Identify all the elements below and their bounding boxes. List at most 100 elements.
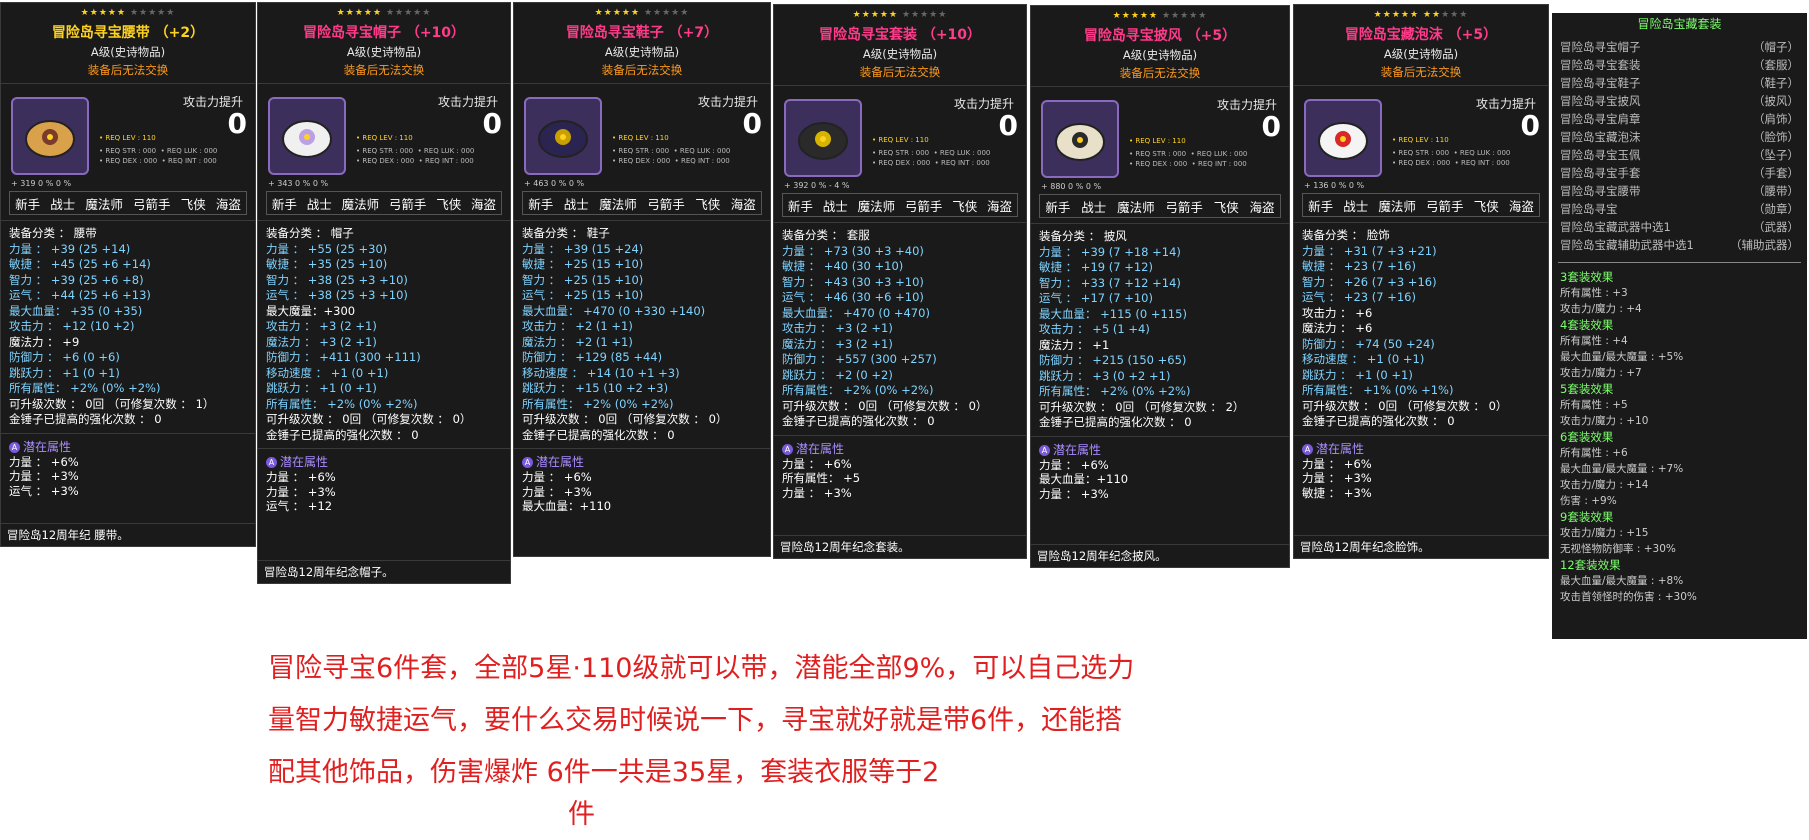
requirements: • REQ LEV : 110 • REQ STR : 000 • REQ LUK… <box>99 133 255 166</box>
set-item-name: 冒险岛寻宝玉佩 <box>1560 148 1641 162</box>
item-title: 冒险岛寻宝帽子 （+10） <box>302 25 466 41</box>
stat-line: 敏捷 ： +23 (7 +16) <box>1302 259 1416 273</box>
stat-line: 跳跃力 ： +1 (0 +1) <box>1302 367 1413 382</box>
req-stats: • REQ STR : 000 • REQ LUK : 000 • REQ DE… <box>872 149 991 167</box>
potential-line: 力量 ： +3% <box>1302 471 1372 485</box>
item-stats: 装备分类 ： 腰带 力量 ： +39 (25 +14) 敏捷 ： +45 (25 +… <box>1 226 255 428</box>
set-effect-line: 最大血量/最大魔量 : +7% <box>1560 463 1684 475</box>
note-line-4: 件 <box>568 799 595 830</box>
req-level: • REQ LEV : 110 <box>1129 137 1186 145</box>
job-label: 新手 <box>1308 198 1334 214</box>
stat-line: 运气 ： +23 (7 +16) <box>1302 290 1416 304</box>
set-effect-line: 攻击力/魔力 : +14 <box>1560 479 1649 491</box>
set-item-type: （鞋子） <box>1753 76 1799 90</box>
job-label: 海盗 <box>1508 198 1534 214</box>
stat-line: 敏捷 ： +25 (15 +10) <box>522 257 644 271</box>
divider <box>774 222 1026 223</box>
stat-line: 最大血量： +35 (0 +35) <box>9 303 143 318</box>
job-label: 飞侠 <box>180 196 206 212</box>
stat-line: 移动速度 ： +1 (0 +1) <box>1302 352 1425 366</box>
divider <box>1 432 255 434</box>
divider <box>258 83 510 84</box>
stat-line: 攻击力 ： +5 (1 +4) <box>1039 322 1150 336</box>
set-item-type: （坠子） <box>1753 148 1799 162</box>
divider <box>1294 222 1548 223</box>
set-effect-header: 5套装效果 <box>1560 382 1614 396</box>
stat-line: 可升级次数 ： 0回 （可修复次数 ： 2） <box>1039 399 1245 414</box>
stat-line: 敏捷 ： +19 (7 +12) <box>1039 260 1153 274</box>
potential-line: 力量 ： +3% <box>1039 486 1109 501</box>
job-label: 战士 <box>50 196 76 212</box>
item-grade: A级(史诗物品) <box>346 45 422 59</box>
req-level: • REQ LEV : 110 <box>1392 136 1449 144</box>
job-label: 魔法师 <box>341 196 380 212</box>
stat-line: 智力 ： +26 (7 +3 +16) <box>1302 274 1437 289</box>
job-label: 弓箭手 <box>1426 198 1464 214</box>
set-item-name: 冒险岛寻宝帽子 <box>1560 40 1641 54</box>
item-icon <box>784 99 862 177</box>
item-stats: 装备分类 ： 套服 力量 ： +73 (30 +3 +40) 敏捷 ： +40 (3… <box>774 228 1026 430</box>
divider <box>774 434 1026 436</box>
stat-line: 智力 ： +33 (7 +12 +14) <box>1039 275 1181 290</box>
item-title: 冒险岛寻宝腰带 （+2） <box>51 25 205 41</box>
stat-line: 智力 ： +25 (15 +10) <box>522 272 644 287</box>
req-stats: • REQ STR : 000 • REQ LUK : 000 • REQ DE… <box>612 147 731 165</box>
stat-line: 最大血量： +115 (0 +115) <box>1039 306 1187 321</box>
job-label: 战士 <box>1081 199 1107 215</box>
potential-title: 潜在属性 <box>796 441 845 456</box>
set-item: 冒险岛宝藏辅助武器中选1 （辅助武器） <box>1552 236 1807 254</box>
set-item: 冒险岛寻宝腰带 （腰带） <box>1552 182 1807 200</box>
item-mini-stats: + 392 0 % - 4 % <box>784 181 850 190</box>
item-description: 冒险岛12周年纪 腰带。 <box>1 523 255 546</box>
set-effect-line: 最大血量/最大魔量 : +8% <box>1560 575 1684 587</box>
item-description: 冒险岛12周年纪念帽子。 <box>258 560 510 583</box>
potential-title: 潜在属性 <box>536 455 585 469</box>
stat-line: 装备分类 ： 脸饰 <box>1302 228 1390 242</box>
set-effect-line: 所有属性 : +4 <box>1560 335 1628 347</box>
set-item-name: 冒险岛宝藏武器中选1 <box>1560 220 1671 234</box>
set-divider <box>1558 262 1801 263</box>
job-label: 新手 <box>1045 199 1071 215</box>
job-label: 魔法师 <box>1378 198 1416 214</box>
set-item-type: （勋章） <box>1753 202 1799 216</box>
set-item-name: 冒险岛寻宝鞋子 <box>1560 76 1641 90</box>
job-label: 魔法师 <box>857 198 896 214</box>
stat-line: 智力 ： +38 (25 +3 +10) <box>266 272 408 287</box>
set-item-type: （腰带） <box>1753 184 1799 198</box>
job-label: 战士 <box>822 198 848 214</box>
stat-line: 力量 ： +39 (7 +18 +14) <box>1039 244 1181 259</box>
job-label: 飞侠 <box>695 196 721 212</box>
stat-line: 防御力 ： +557 (300 +257) <box>782 352 937 366</box>
item-title: 冒险岛寻宝披风 （+5） <box>1083 28 1237 44</box>
stat-line: 金锤子已提高的强化次数 ： 0 <box>1302 414 1455 428</box>
set-item: 冒险岛宝藏武器中选1 （武器） <box>1552 218 1807 236</box>
set-effect-line: 所有属性 : +6 <box>1560 447 1628 459</box>
req-level: • REQ LEV : 110 <box>872 136 929 144</box>
potential-line: 力量 ： +6% <box>782 456 852 471</box>
divider <box>514 83 770 84</box>
stat-line: 可升级次数 ： 0回 （可修复次数 ： 0） <box>266 412 472 426</box>
stat-line: 所有属性： +1% (0% +1%) <box>1302 383 1454 397</box>
stat-line: 运气 ： +44 (25 +6 +13) <box>9 288 151 302</box>
stat-line: 防御力 ： +215 (150 +65) <box>1039 353 1187 367</box>
potential-line: 运气 ： +3% <box>9 483 79 498</box>
stat-line: 跳跃力 ： +1 (0 +1) <box>266 381 377 395</box>
stat-line: 敏捷 ： +45 (25 +6 +14) <box>9 257 151 271</box>
set-effect-header: 3套装效果 <box>1560 270 1614 284</box>
job-label: 战士 <box>1343 198 1369 214</box>
potential-line: 最大血量：+110 <box>1039 472 1129 486</box>
job-label: 海盗 <box>730 196 756 212</box>
divider <box>258 448 510 449</box>
set-item-name: 冒险岛寻宝肩章 <box>1560 112 1641 126</box>
divider <box>514 220 770 221</box>
stat-line: 可升级次数 ： 0回 （可修复次数 ： 0） <box>782 398 988 413</box>
potential-icon: A <box>1039 444 1050 456</box>
job-label: 飞侠 <box>1213 199 1239 215</box>
requirements: • REQ LEV : 110 • REQ STR : 000 • REQ LUK… <box>356 133 510 166</box>
stat-line: 魔法力 ： +3 (2 +1) <box>782 336 893 351</box>
potential-line: 力量 ： +6% <box>9 454 79 469</box>
stat-line: 智力 ： +39 (25 +6 +8) <box>9 272 144 287</box>
stat-line: 魔法力 ： +9 <box>9 334 80 349</box>
set-item: 冒险岛寻宝帽子 （帽子） <box>1552 38 1807 56</box>
potential-line: 最大血量：+110 <box>522 499 612 513</box>
